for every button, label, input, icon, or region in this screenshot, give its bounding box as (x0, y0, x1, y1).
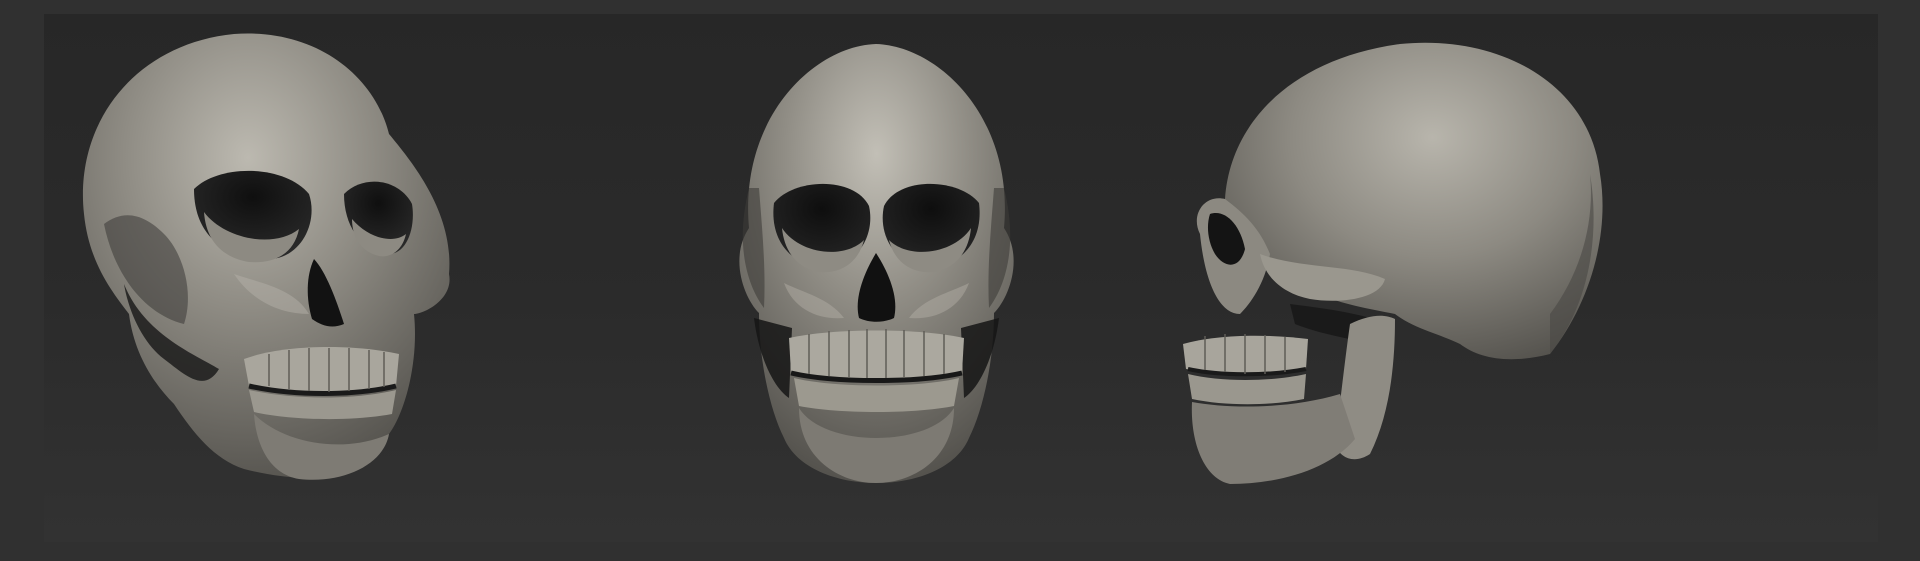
viewport-profile (1170, 14, 1878, 542)
skull-front-render (586, 14, 1170, 542)
skull-three-quarter-render (44, 14, 586, 542)
skull-side-render (1170, 14, 1878, 542)
render-sheet (0, 0, 1920, 561)
viewport-front (586, 14, 1170, 542)
viewport-three-quarter (44, 14, 586, 542)
